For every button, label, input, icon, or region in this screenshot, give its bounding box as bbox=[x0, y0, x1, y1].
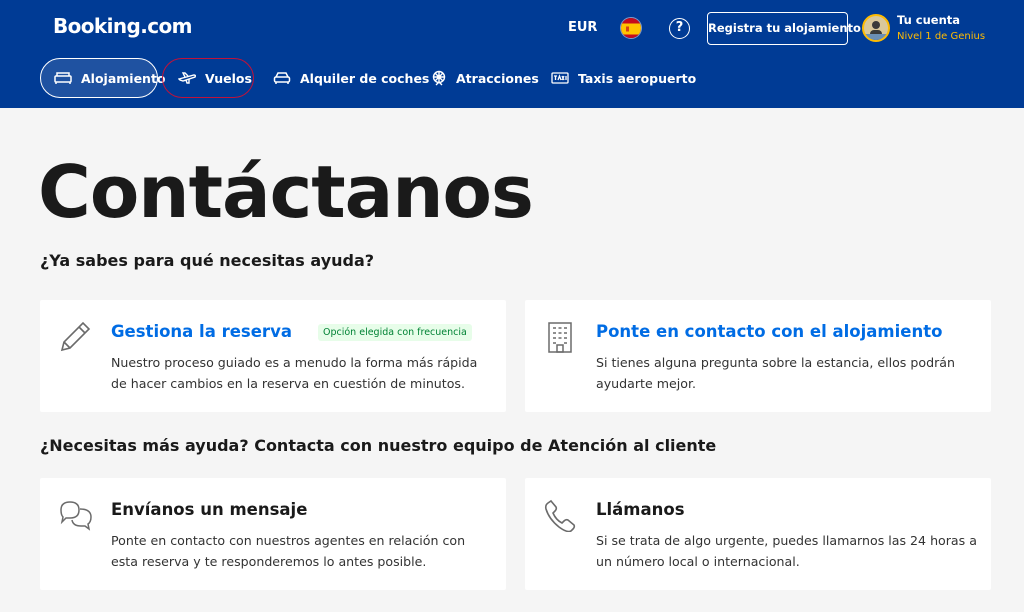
call-us-card[interactable]: Llámanos Si se trata de algo urgente, pu… bbox=[525, 478, 991, 590]
section-title-more-help: ¿Necesitas más ayuda? Contacta con nuest… bbox=[40, 436, 717, 455]
send-message-description: Ponte en contacto con nuestros agentes e… bbox=[111, 533, 466, 569]
nav-label: Alquiler de coches bbox=[300, 70, 430, 86]
booking-logo[interactable]: Booking.com bbox=[53, 14, 192, 38]
nav-tab-alquiler-coches[interactable]: Alquiler de coches bbox=[273, 58, 429, 98]
page-title: Contáctanos bbox=[38, 150, 534, 234]
pencil-icon bbox=[60, 321, 91, 352]
contact-property-card[interactable]: Ponte en contacto con el alojamiento Si … bbox=[525, 300, 991, 412]
manage-booking-title[interactable]: Gestiona la reserva bbox=[111, 322, 292, 341]
register-property-button[interactable]: Registra tu alojamiento bbox=[707, 12, 861, 45]
nav-tab-atracciones[interactable]: Atracciones bbox=[431, 58, 539, 98]
car-icon bbox=[273, 72, 291, 84]
contact-property-description: Si tienes alguna pregunta sobre la estan… bbox=[596, 355, 955, 391]
send-message-title[interactable]: Envíanos un mensaje bbox=[111, 500, 307, 519]
currency-selector[interactable]: EUR bbox=[568, 20, 597, 35]
genius-level: Nivel 1 de Genius bbox=[897, 31, 986, 42]
account-name[interactable]: Tu cuenta bbox=[897, 13, 960, 27]
phone-icon bbox=[544, 499, 576, 532]
nav-tab-vuelos[interactable]: Vuelos bbox=[162, 58, 254, 98]
help-icon[interactable]: ? bbox=[669, 18, 690, 39]
top-header: Booking.com EUR ? Registra tu alojamient… bbox=[0, 0, 1024, 108]
nav-label: Taxis aeropuerto bbox=[578, 70, 697, 86]
chat-bubbles-icon bbox=[60, 501, 92, 531]
frequent-choice-badge: Opción elegida con frecuencia bbox=[318, 324, 472, 341]
manage-booking-card[interactable]: Gestiona la reserva Opción elegida con f… bbox=[40, 300, 506, 412]
plane-icon bbox=[178, 72, 196, 84]
bed-icon bbox=[54, 72, 72, 84]
call-us-title[interactable]: Llámanos bbox=[596, 500, 685, 519]
manage-booking-description: Nuestro proceso guiado es a menudo la fo… bbox=[111, 355, 478, 391]
nav-tab-alojamiento[interactable]: Alojamiento bbox=[40, 58, 166, 98]
nav-label: Vuelos bbox=[205, 70, 252, 86]
contact-property-title[interactable]: Ponte en contacto con el alojamiento bbox=[596, 322, 942, 341]
nav-tab-taxis-aeropuerto[interactable]: Taxis aeropuerto bbox=[551, 58, 696, 98]
building-icon bbox=[548, 322, 572, 353]
nav-label: Alojamiento bbox=[81, 70, 166, 86]
es-flag-icon[interactable] bbox=[620, 17, 642, 39]
nav-label: Atracciones bbox=[456, 70, 539, 86]
avatar[interactable] bbox=[862, 14, 890, 42]
call-us-description: Si se trata de algo urgente, puedes llam… bbox=[596, 533, 977, 569]
section-title-known-help: ¿Ya sabes para qué necesitas ayuda? bbox=[40, 251, 375, 270]
attractions-icon bbox=[432, 70, 446, 86]
send-message-card[interactable]: Envíanos un mensaje Ponte en contacto co… bbox=[40, 478, 506, 590]
taxi-icon bbox=[551, 72, 569, 84]
